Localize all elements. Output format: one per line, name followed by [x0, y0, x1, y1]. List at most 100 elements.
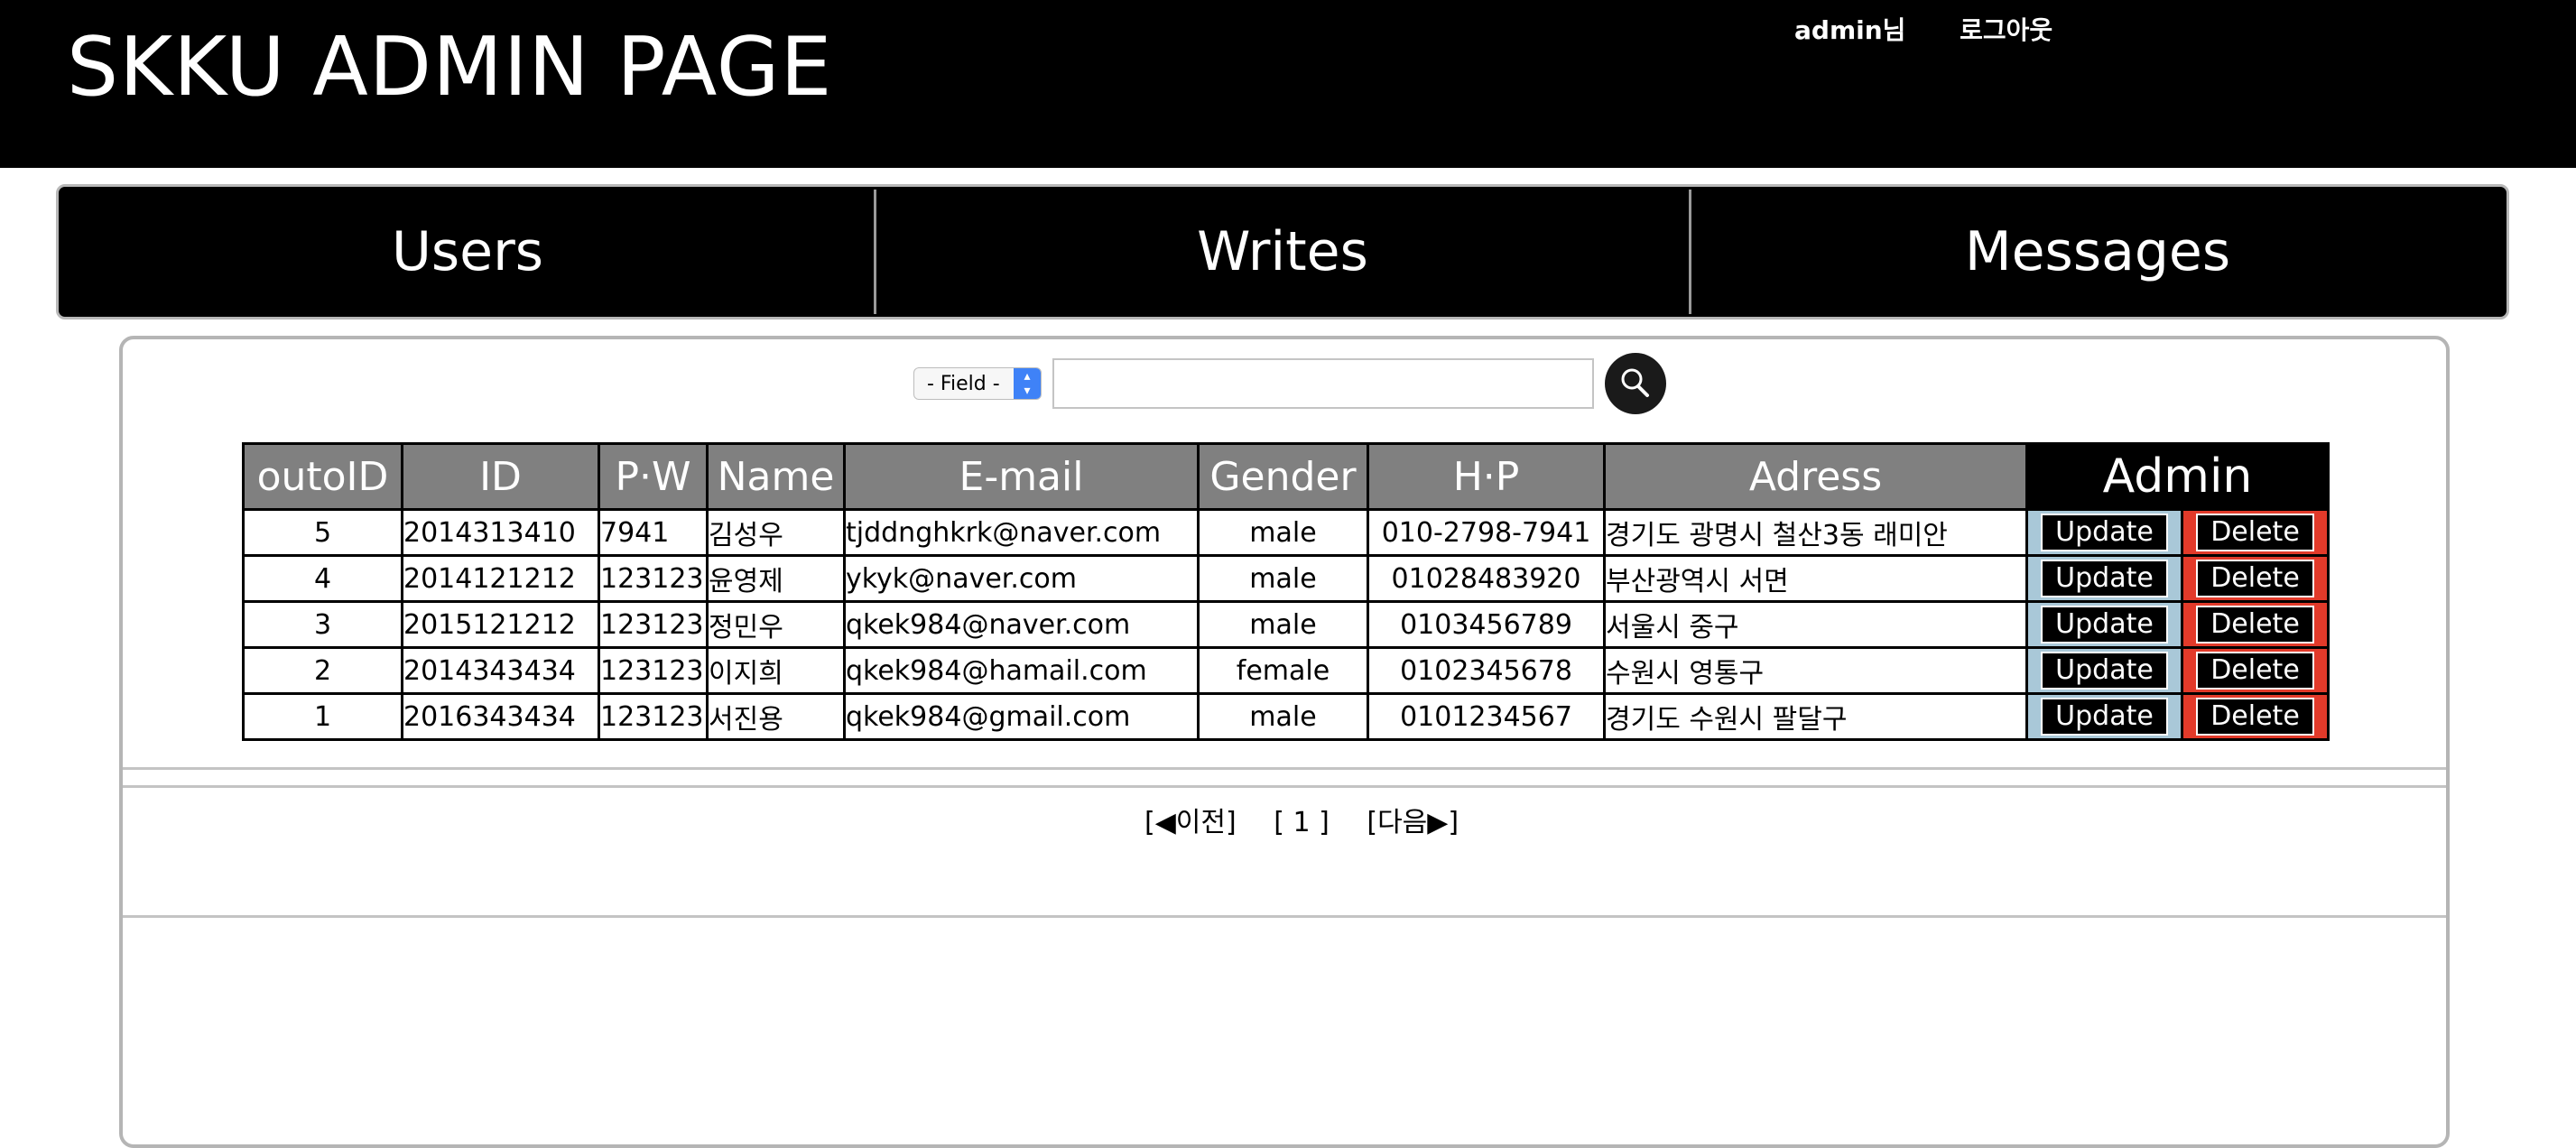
cell-delete: Delete — [2181, 508, 2330, 557]
pager-prev-link[interactable]: [◀이전] — [1144, 807, 1237, 838]
main-nav: Users Writes Messages — [56, 184, 2509, 319]
column-header-email: E-mail — [843, 442, 1200, 511]
cell-id: 2014343434 — [401, 646, 600, 695]
cell-gender: female — [1197, 646, 1369, 695]
cell-pw: 123123 — [598, 600, 709, 649]
update-button[interactable]: Update — [2041, 560, 2168, 597]
current-user-label: admin님 — [1794, 15, 1906, 45]
delete-button[interactable]: Delete — [2196, 606, 2314, 643]
cell-delete: Delete — [2181, 646, 2330, 695]
cell-hp: 0103456789 — [1367, 600, 1606, 649]
divider — [123, 915, 2446, 918]
cell-pw: 123123 — [598, 646, 709, 695]
delete-button[interactable]: Delete — [2196, 652, 2314, 690]
cell-update: Update — [2025, 554, 2183, 603]
column-header-name: Name — [706, 442, 846, 511]
pager-next-link[interactable]: [다음▶] — [1367, 807, 1459, 838]
search-button[interactable] — [1605, 353, 1666, 414]
update-button[interactable]: Update — [2041, 652, 2168, 690]
site-title: SKKU ADMIN PAGE — [67, 20, 833, 115]
cell-delete: Delete — [2181, 692, 2330, 741]
user-links: admin님 로그아웃 — [1794, 11, 2052, 47]
cell-hp: 01028483920 — [1367, 554, 1606, 603]
pager-page-link[interactable]: [ 1 ] — [1274, 807, 1330, 838]
table-row: 4 2014121212 123123 윤영제 ykyk@naver.com m… — [242, 554, 2330, 603]
page-header: SKKU ADMIN PAGE admin님 로그아웃 — [0, 0, 2576, 168]
cell-id: 2016343434 — [401, 692, 600, 741]
pagination: [◀이전] [ 1 ] [다음▶] — [1144, 800, 1487, 839]
logout-link[interactable]: 로그아웃 — [1960, 11, 2052, 47]
cell-update: Update — [2025, 646, 2183, 695]
cell-address: 경기도 수원시 팔달구 — [1603, 692, 2028, 741]
search-input[interactable] — [1052, 358, 1594, 409]
update-button[interactable]: Update — [2041, 606, 2168, 643]
divider — [123, 767, 2446, 770]
cell-hp: 0101234567 — [1367, 692, 1606, 741]
column-header-hp: H·P — [1367, 442, 1606, 511]
column-header-address: Adress — [1603, 442, 2028, 511]
column-header-admin: Admin — [2025, 442, 2330, 511]
cell-address: 서울시 중구 — [1603, 600, 2028, 649]
cell-outoid: 2 — [242, 646, 403, 695]
delete-button[interactable]: Delete — [2196, 514, 2314, 551]
cell-name: 정민우 — [706, 600, 846, 649]
table-row: 5 2014313410 7941 김성우 tjddnghkrk@naver.c… — [242, 508, 2330, 557]
cell-delete: Delete — [2181, 600, 2330, 649]
cell-pw: 123123 — [598, 554, 709, 603]
cell-gender: male — [1197, 692, 1369, 741]
cell-outoid: 4 — [242, 554, 403, 603]
delete-button[interactable]: Delete — [2196, 560, 2314, 597]
delete-button[interactable]: Delete — [2196, 698, 2314, 736]
column-header-pw: P·W — [598, 442, 709, 511]
column-header-gender: Gender — [1197, 442, 1369, 511]
cell-address: 수원시 영통구 — [1603, 646, 2028, 695]
cell-outoid: 1 — [242, 692, 403, 741]
cell-gender: male — [1197, 554, 1369, 603]
cell-delete: Delete — [2181, 554, 2330, 603]
column-header-id: ID — [401, 442, 600, 511]
cell-id: 2014313410 — [401, 508, 600, 557]
cell-gender: male — [1197, 600, 1369, 649]
cell-pw: 7941 — [598, 508, 709, 557]
update-button[interactable]: Update — [2041, 698, 2168, 736]
cell-name: 김성우 — [706, 508, 846, 557]
content-panel: - Field - ▴ ▾ outoID ID P·W Name E-mail G… — [119, 336, 2450, 1148]
cell-update: Update — [2025, 508, 2183, 557]
cell-update: Update — [2025, 692, 2183, 741]
cell-hp: 010-2798-7941 — [1367, 508, 1606, 557]
cell-email: qkek984@hamail.com — [843, 646, 1200, 695]
update-button[interactable]: Update — [2041, 514, 2168, 551]
cell-email: tjddnghkrk@naver.com — [843, 508, 1200, 557]
table-header-row: outoID ID P·W Name E-mail Gender H·P Adr… — [242, 442, 2330, 511]
cell-name: 서진용 — [706, 692, 846, 741]
cell-address: 경기도 광명시 철산3동 래미안 — [1603, 508, 2028, 557]
table-row: 1 2016343434 123123 서진용 qkek984@gmail.co… — [242, 692, 2330, 741]
users-table: outoID ID P·W Name E-mail Gender H·P Adr… — [242, 442, 2330, 741]
cell-id: 2015121212 — [401, 600, 600, 649]
field-select-value: - Field - — [927, 372, 1000, 395]
nav-tab-users[interactable]: Users — [61, 190, 876, 314]
divider — [123, 785, 2446, 788]
column-header-outoid: outoID — [242, 442, 403, 511]
search-icon — [1621, 368, 1649, 397]
cell-pw: 123123 — [598, 692, 709, 741]
cell-hp: 0102345678 — [1367, 646, 1606, 695]
table-row: 2 2014343434 123123 이지희 qkek984@hamail.c… — [242, 646, 2330, 695]
search-bar: - Field - ▴ ▾ — [913, 350, 1666, 417]
cell-outoid: 5 — [242, 508, 403, 557]
table-row: 3 2015121212 123123 정민우 qkek984@naver.co… — [242, 600, 2330, 649]
nav-tab-messages[interactable]: Messages — [1691, 190, 2504, 314]
field-select[interactable]: - Field - ▴ ▾ — [913, 367, 1042, 400]
select-arrows-icon: ▴ ▾ — [1014, 368, 1041, 399]
cell-id: 2014121212 — [401, 554, 600, 603]
cell-name: 이지희 — [706, 646, 846, 695]
nav-tab-writes[interactable]: Writes — [876, 190, 1691, 314]
cell-email: qkek984@gmail.com — [843, 692, 1200, 741]
cell-email: ykyk@naver.com — [843, 554, 1200, 603]
cell-name: 윤영제 — [706, 554, 846, 603]
cell-update: Update — [2025, 600, 2183, 649]
cell-gender: male — [1197, 508, 1369, 557]
cell-outoid: 3 — [242, 600, 403, 649]
cell-address: 부산광역시 서면 — [1603, 554, 2028, 603]
cell-email: qkek984@naver.com — [843, 600, 1200, 649]
